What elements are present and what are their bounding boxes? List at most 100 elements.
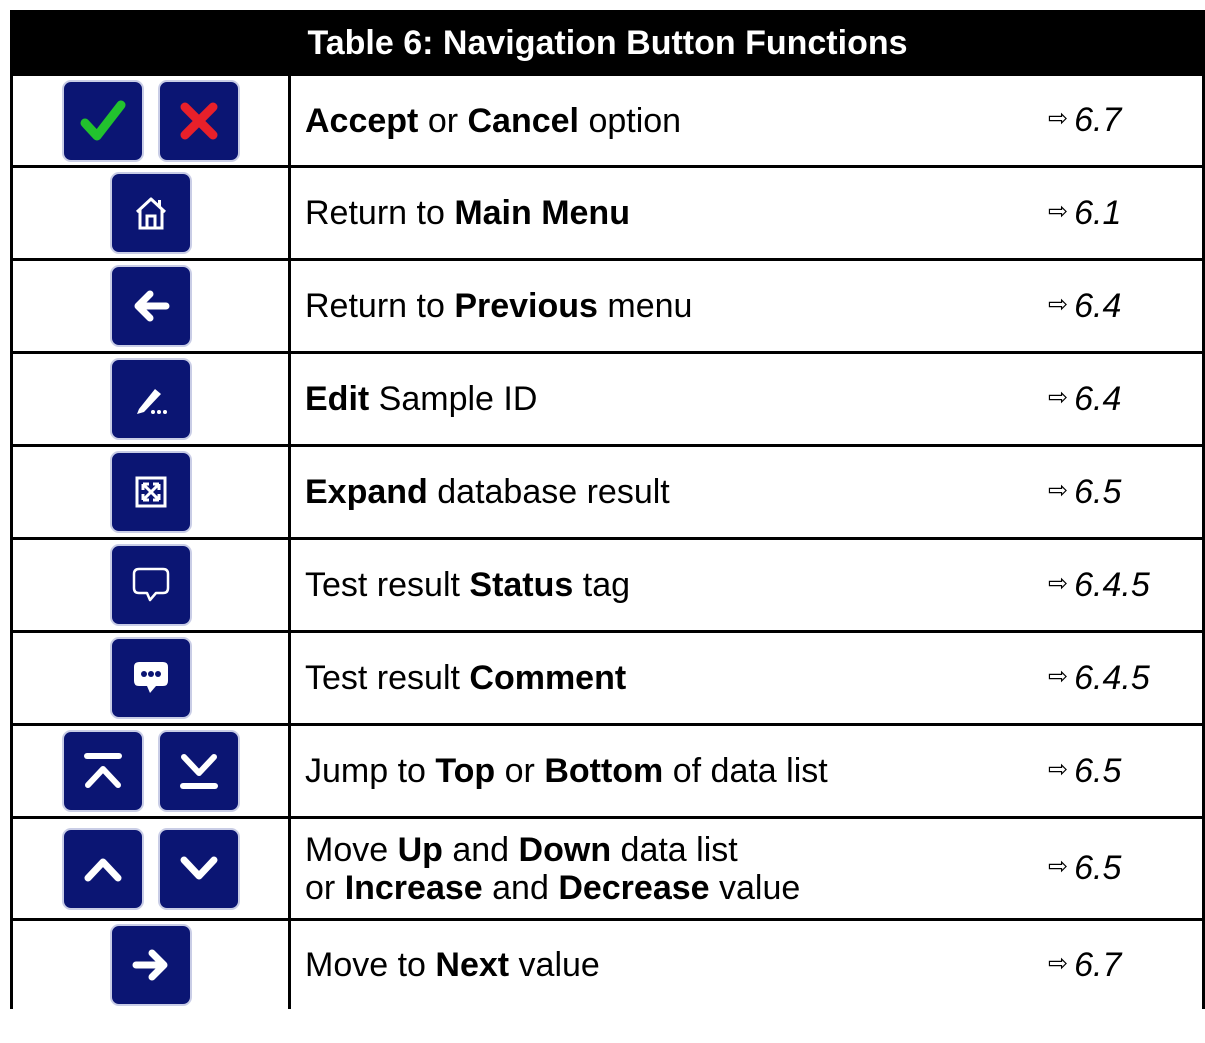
icon-cell: [13, 168, 291, 258]
desc-bold-text: Bottom: [544, 752, 664, 790]
description-line: Accept or Cancel option: [305, 102, 681, 140]
description-cell: Edit Sample ID: [291, 354, 1022, 444]
desc-text: Jump to: [305, 752, 436, 790]
desc-text: Return to: [305, 287, 455, 325]
description-line: Expand database result: [305, 473, 670, 511]
reference-arrow-icon: ⇨: [1048, 662, 1069, 690]
desc-bold-text: Comment: [469, 659, 627, 697]
icon-cell: [13, 447, 291, 537]
chevron-up-button: [61, 827, 144, 910]
jump-top-icon: [81, 749, 125, 793]
description-cell: Accept or Cancel option: [291, 76, 1022, 165]
arrow-left-icon: [132, 289, 170, 323]
table-row: Return to Main Menu ⇨ 6.1: [10, 168, 1205, 261]
desc-bold-text: Next: [435, 946, 510, 984]
reference-arrow-icon: ⇨: [1048, 569, 1069, 597]
description-line: Return to Main Menu: [305, 194, 630, 232]
desc-text: database result: [427, 473, 670, 511]
icon-cell: [13, 354, 291, 444]
reference-arrow-icon: ⇨: [1048, 197, 1069, 225]
section-reference: ⇨ 6.4.5: [1022, 540, 1202, 630]
icon-cell: [13, 633, 291, 723]
reference-number: 6.7: [1074, 945, 1122, 984]
section-reference: ⇨ 6.4.5: [1022, 633, 1202, 723]
description-line: Return to Previous menu: [305, 287, 692, 325]
speech-bubble-comment-button: [109, 637, 192, 719]
desc-bold-text: Status: [469, 566, 574, 604]
table-body: Accept or Cancel option ⇨ 6.7 Return to Mai…: [10, 76, 1205, 1009]
table-row: Expand database result ⇨ 6.5: [10, 447, 1205, 540]
desc-text: option: [579, 101, 682, 140]
home-icon: [134, 195, 168, 231]
edit-pencil-icon: [131, 381, 171, 417]
speech-bubble-comment-icon: [130, 658, 172, 698]
reference-arrow-icon: ⇨: [1048, 476, 1069, 504]
section-reference: ⇨ 6.5: [1022, 447, 1202, 537]
table-row: Jump to Top or Bottom of data list ⇨ 6.5: [10, 726, 1205, 819]
table-row: Test result Status tag ⇨ 6.4.5: [10, 540, 1205, 633]
section-reference: ⇨ 6.4: [1022, 261, 1202, 351]
table-row: Accept or Cancel option ⇨ 6.7: [10, 76, 1205, 168]
desc-text: of data list: [663, 752, 828, 790]
icon-cell: [13, 261, 291, 351]
description-cell: Jump to Top or Bottom of data list: [291, 726, 1022, 816]
arrow-right-button: [109, 924, 192, 1006]
desc-text: menu: [597, 287, 693, 325]
navigation-button-table: Table 6: Navigation Button Functions Acc…: [10, 10, 1205, 1009]
chevron-down-button: [157, 827, 240, 910]
icon-cell: [13, 921, 291, 1009]
desc-text: Sample ID: [369, 380, 538, 418]
expand-button: [109, 451, 192, 533]
description-cell: Return to Previous menu: [291, 261, 1022, 351]
speech-bubble-outline-icon: [130, 565, 172, 605]
reference-number: 6.4.5: [1074, 565, 1150, 604]
jump-top-button: [61, 730, 144, 812]
section-reference: ⇨ 6.4: [1022, 354, 1202, 444]
table-row: Move Up and Down data list or Increase an…: [10, 819, 1205, 921]
reference-arrow-icon: ⇨: [1048, 290, 1069, 318]
cross-icon: [178, 100, 220, 142]
reference-number: 6.4: [1074, 286, 1122, 325]
desc-text: or: [495, 752, 545, 790]
expand-icon: [134, 475, 168, 509]
speech-bubble-outline-button: [109, 544, 192, 626]
reference-arrow-icon: ⇨: [1048, 383, 1069, 411]
desc-text: or: [418, 101, 468, 140]
description-line: Edit Sample ID: [305, 380, 537, 418]
desc-text: Move to: [305, 946, 436, 984]
check-button: [61, 79, 144, 162]
description-line: Jump to Top or Bottom of data list: [305, 752, 828, 790]
desc-bold-text: Down: [518, 830, 612, 869]
desc-text: data list: [611, 830, 738, 869]
desc-bold-text: Expand: [305, 473, 428, 511]
reference-arrow-icon: ⇨: [1048, 755, 1069, 783]
desc-text: Test result: [305, 566, 470, 604]
desc-bold-text: Main Menu: [454, 194, 630, 232]
icon-cell: [13, 726, 291, 816]
chevron-down-icon: [177, 854, 221, 884]
section-reference: ⇨ 6.5: [1022, 726, 1202, 816]
section-reference: ⇨ 6.1: [1022, 168, 1202, 258]
description-cell: Test result Status tag: [291, 540, 1022, 630]
desc-text: and: [442, 830, 519, 869]
reference-arrow-icon: ⇨: [1048, 853, 1069, 880]
reference-number: 6.7: [1074, 101, 1122, 139]
chevron-up-icon: [81, 854, 125, 884]
reference-number: 6.4: [1074, 379, 1122, 418]
desc-bold-text: Increase: [344, 868, 483, 907]
icon-cell: [13, 76, 291, 165]
icon-cell: [13, 819, 291, 918]
reference-number: 6.1: [1074, 193, 1122, 232]
edit-pencil-button: [109, 358, 192, 440]
icon-cell: [13, 540, 291, 630]
desc-text: Test result: [305, 659, 470, 697]
desc-text: and: [482, 868, 559, 907]
description-line: Move Up and Down data list: [305, 831, 800, 869]
desc-bold-text: Top: [435, 752, 496, 790]
description-line: Test result Comment: [305, 659, 626, 697]
description-cell: Test result Comment: [291, 633, 1022, 723]
table-row: Move to Next value ⇨ 6.7: [10, 921, 1205, 1009]
reference-number: 6.5: [1074, 472, 1122, 511]
description-line: Test result Status tag: [305, 566, 630, 604]
reference-number: 6.5: [1074, 849, 1122, 887]
